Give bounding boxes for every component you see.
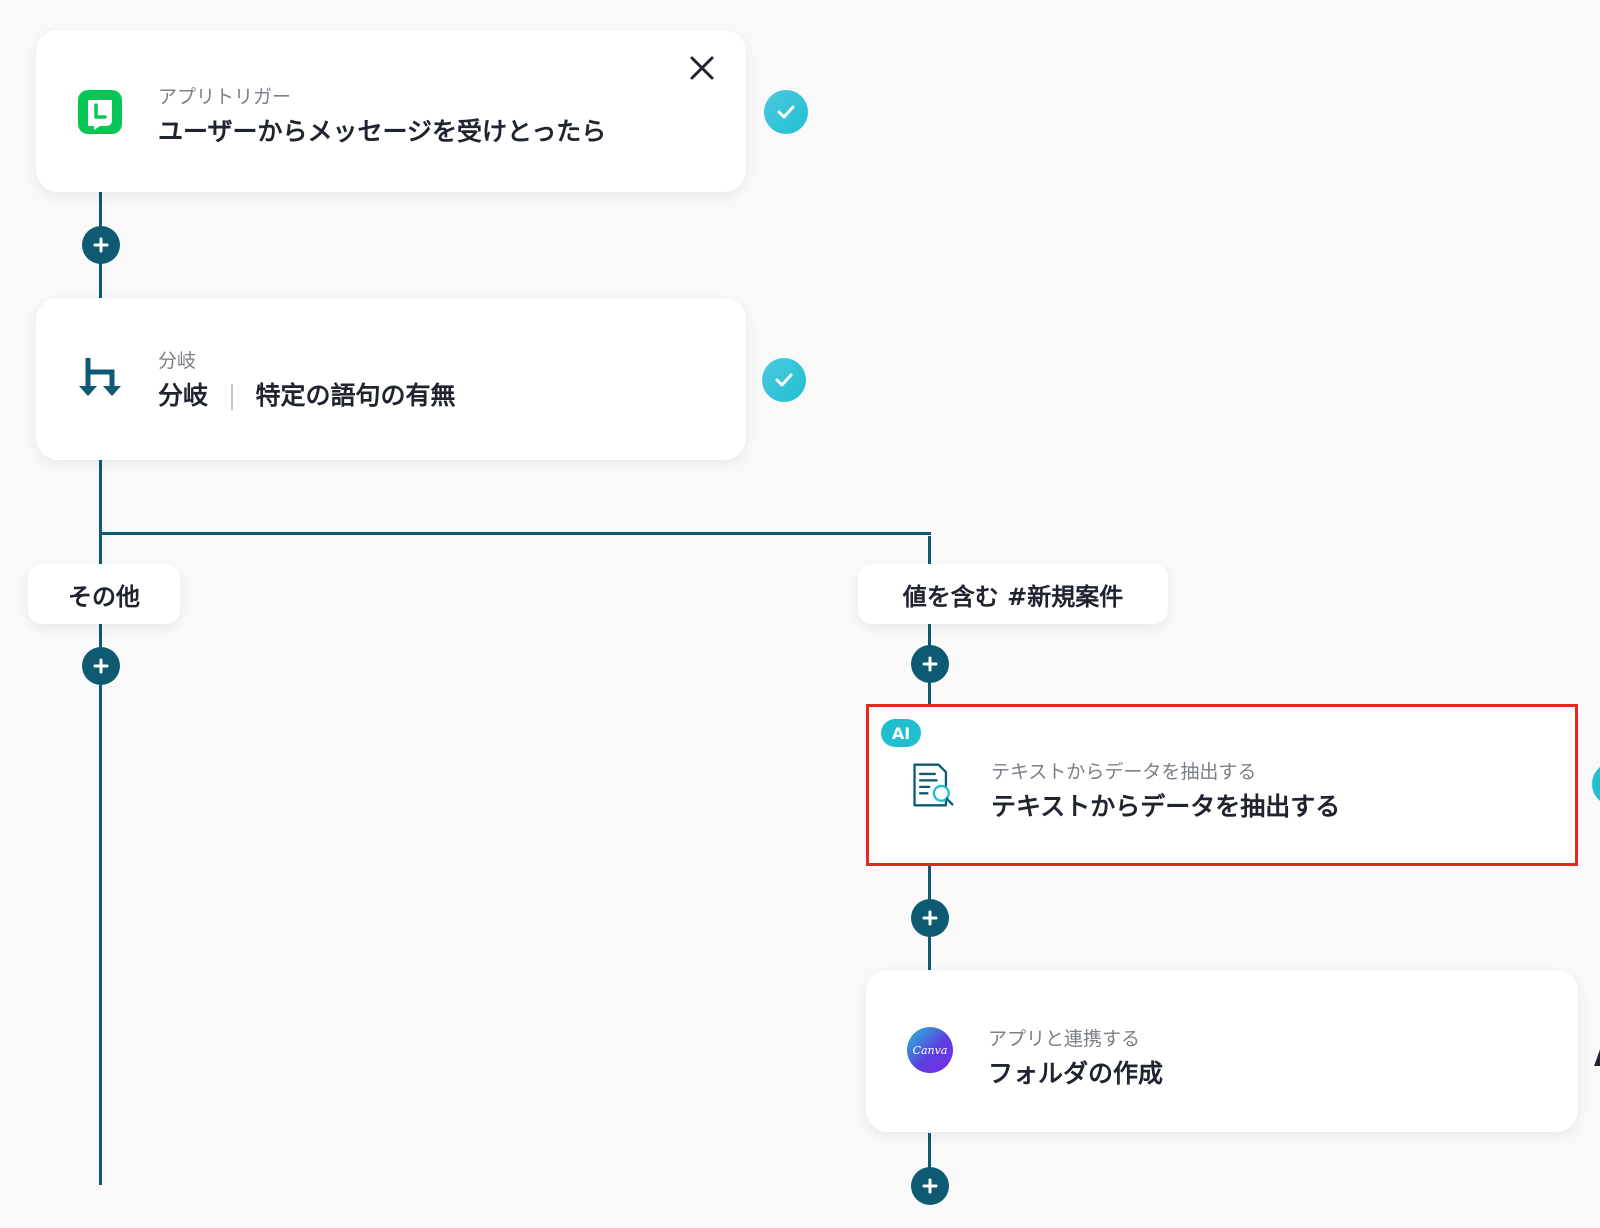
ai-extract-title: テキストからデータを抽出する [991, 792, 1341, 821]
canva-icon: Canva [906, 1026, 954, 1074]
branch-label-other[interactable]: その他 [28, 564, 180, 624]
trigger-check-icon [764, 90, 808, 134]
branch-title-rest: 特定の語句の有無 [255, 381, 456, 410]
canva-step-card[interactable]: Canva アプリと連携する フォルダの作成 [866, 970, 1578, 1132]
add-step-left-button[interactable] [82, 647, 120, 685]
ai-badge: AI [881, 719, 921, 747]
line-app-icon [76, 88, 124, 136]
trigger-card[interactable]: アプリトリガー ユーザーからメッセージを受けとったら [36, 30, 746, 192]
ai-extract-subtitle: テキストからデータを抽出する [991, 761, 1257, 783]
add-step-button[interactable] [82, 226, 120, 264]
branch-card[interactable]: 分岐 分岐 特定の語句の有無 [36, 298, 746, 460]
branch-subtitle: 分岐 [158, 350, 197, 372]
ai-extract-card[interactable]: AI テキストからデータを抽出する テキストからデータを抽出する [866, 704, 1578, 866]
trigger-title: ユーザーからメッセージを受けとったら [158, 117, 607, 146]
canva-step-title: フォルダの作成 [988, 1059, 1164, 1088]
canva-step-subtitle: アプリと連携する [988, 1028, 1141, 1050]
add-step-right-button[interactable] [911, 645, 949, 683]
add-step-bottom-button[interactable] [911, 1167, 949, 1205]
close-icon[interactable] [684, 50, 720, 86]
branch-label-contains[interactable]: 値を含む #新規案件 [858, 564, 1168, 624]
canva-logo-text: Canva [912, 1043, 948, 1057]
document-search-icon [909, 761, 957, 809]
branch-title: 分岐 特定の語句の有無 [158, 376, 455, 412]
canva-partial-icon [1592, 1040, 1600, 1070]
title-separator [230, 384, 233, 410]
branch-icon [76, 354, 124, 402]
ai-extract-check-icon [1592, 762, 1600, 806]
branch-title-main: 分岐 [158, 381, 209, 410]
branch-check-icon [762, 358, 806, 402]
trigger-subtitle: アプリトリガー [158, 86, 292, 108]
connector-horizontal-split [99, 532, 931, 535]
add-step-after-ai-button[interactable] [911, 899, 949, 937]
